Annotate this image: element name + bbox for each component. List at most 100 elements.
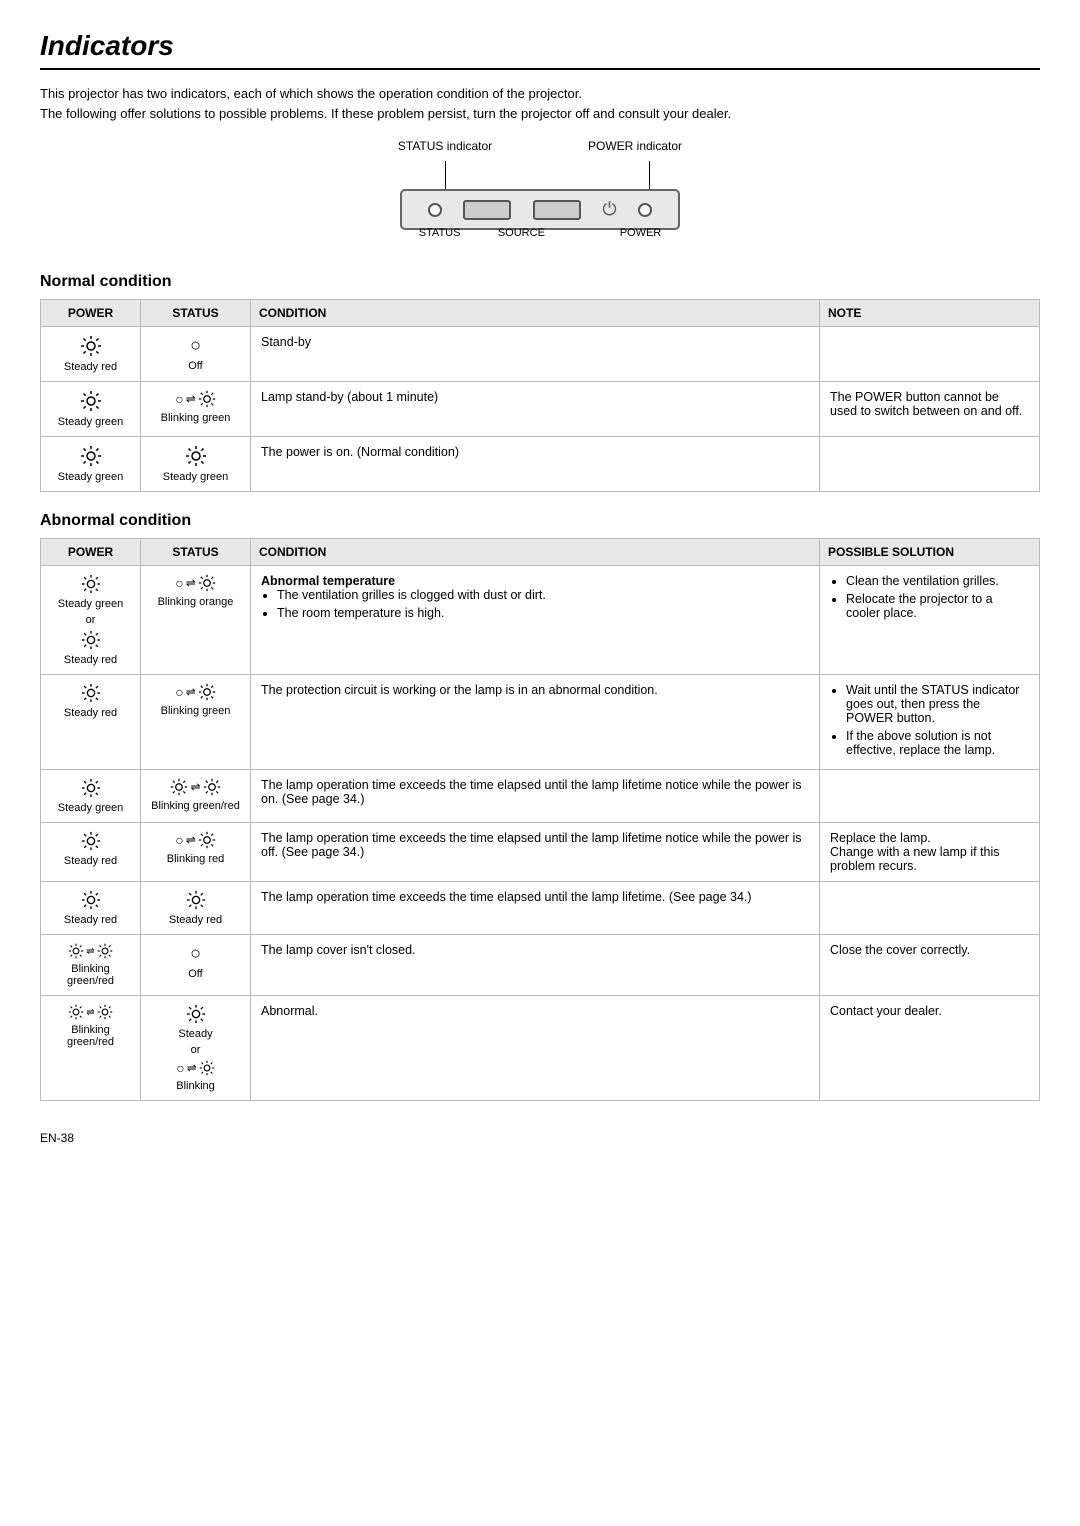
ab7-status-steady: Steady <box>178 1028 212 1040</box>
normal-power-label-2: Steady green <box>58 416 123 428</box>
abnormal-row-7: ⇌ Blinking green/r <box>41 996 1040 1101</box>
ab1-power-label-green: Steady green <box>58 598 123 610</box>
ab7-power-label: Blinking green/red <box>51 1024 130 1048</box>
normal-condition-2: Lamp stand-by (about 1 minute) <box>251 382 820 437</box>
normal-note-2: The POWER button cannot be used to switc… <box>820 382 1040 437</box>
ab7-status-blinking: Blinking <box>176 1080 215 1092</box>
sun-icon-ab3 <box>81 778 101 798</box>
abnormal-row-3: Steady green <box>41 770 1040 823</box>
abnormal-power-1: Steady green or Steady red <box>41 566 141 675</box>
power-indicator-label: POWER indicator <box>575 139 695 153</box>
blink-sun-ab2 <box>198 683 216 701</box>
sun-icon-ab5 <box>81 890 101 910</box>
panel-button2 <box>533 200 581 220</box>
th-power-abnormal: POWER <box>41 539 141 566</box>
normal-power-1: Steady red <box>41 327 141 382</box>
normal-row-1: Steady red ○ Off Stand-by <box>41 327 1040 382</box>
normal-power-2: Steady green <box>41 382 141 437</box>
power-icon: ⏻ <box>602 199 616 220</box>
abnormal-power-7: ⇌ Blinking green/r <box>41 996 141 1101</box>
normal-status-2: ○ ⇌ Bl <box>141 382 251 437</box>
normal-power-3: Steady green <box>41 437 141 492</box>
panel-label-source: SOURCE <box>498 227 545 239</box>
abnormal-condition-6: The lamp cover isn't closed. <box>251 935 820 996</box>
abnormal-power-2: Steady red <box>41 675 141 770</box>
ab1-power-label-red: Steady red <box>64 654 117 666</box>
panel-label-power: POWER <box>620 227 662 239</box>
abnormal-status-1: ○ ⇌ Bl <box>141 566 251 675</box>
normal-condition-3: The power is on. (Normal condition) <box>251 437 820 492</box>
normal-power-label-3: Steady green <box>58 471 123 483</box>
sun-icon-ab7-steady <box>186 1004 206 1024</box>
blink-sun-ab1 <box>198 574 216 592</box>
abnormal-condition-5: The lamp operation time exceeds the time… <box>251 882 820 935</box>
ab1-status-label: Blinking orange <box>158 596 234 608</box>
ab4-power-label: Steady red <box>64 855 117 867</box>
abnormal-condition-1: Abnormal temperature The ventilation gri… <box>251 566 820 675</box>
th-solution-abnormal: POSSIBLE SOLUTION <box>820 539 1040 566</box>
abnormal-solution-2: Wait until the STATUS indicator goes out… <box>820 675 1040 770</box>
ab6-status-label: Off <box>188 968 202 980</box>
blink-sun-ab7b <box>97 1004 113 1020</box>
blink-sun-ab6a <box>68 943 84 959</box>
ab2-power-label: Steady red <box>64 707 117 719</box>
normal-status-label-3: Steady green <box>163 471 228 483</box>
abnormal-condition-4: The lamp operation time exceeds the time… <box>251 823 820 882</box>
sun-icon-status-3 <box>185 445 207 467</box>
abnormal-condition-3: The lamp operation time exceeds the time… <box>251 770 820 823</box>
abnormal-status-6: ○ Off <box>141 935 251 996</box>
th-status-abnormal: STATUS <box>141 539 251 566</box>
blink-sun-ab6b <box>97 943 113 959</box>
abnormal-solution-7: Contact your dealer. <box>820 996 1040 1101</box>
th-power-normal: POWER <box>41 300 141 327</box>
normal-row-2: Steady green ○ ⇌ <box>41 382 1040 437</box>
abnormal-power-6: ⇌ Blinking green/r <box>41 935 141 996</box>
status-indicator-label: STATUS indicator <box>385 139 505 153</box>
ab3-power-label: Steady green <box>58 802 123 814</box>
ab4-status-label: Blinking red <box>167 853 224 865</box>
abnormal-condition-table: POWER STATUS CONDITION POSSIBLE SOLUTION <box>40 538 1040 1101</box>
abnormal-status-4: ○ ⇌ Bl <box>141 823 251 882</box>
normal-note-1 <box>820 327 1040 382</box>
abnormal-condition-2: The protection circuit is working or the… <box>251 675 820 770</box>
abnormal-power-4: Steady red <box>41 823 141 882</box>
abnormal-power-5: Steady red <box>41 882 141 935</box>
projector-diagram: STATUS indicator POWER indicator ⏻ STATU… <box>40 139 1040 249</box>
status-led <box>428 203 442 217</box>
abnormal-solution-6: Close the cover correctly. <box>820 935 1040 996</box>
normal-power-label-1: Steady red <box>64 361 117 373</box>
abnormal-condition-7: Abnormal. <box>251 996 820 1101</box>
footer: EN-38 <box>40 1131 1040 1145</box>
abnormal-row-2: Steady red ○ ⇌ <box>41 675 1040 770</box>
ab3-status-label: Blinking green/red <box>151 800 240 812</box>
normal-condition-table: POWER STATUS CONDITION NOTE <box>40 299 1040 492</box>
blink-sun-ab7-blink <box>199 1060 215 1076</box>
abnormal-power-3: Steady green <box>41 770 141 823</box>
th-note-normal: NOTE <box>820 300 1040 327</box>
abnormal-status-7: Steady or ○ ⇌ <box>141 996 251 1101</box>
sun-icon-ab2 <box>81 683 101 703</box>
source-button <box>463 200 511 220</box>
abnormal-row-4: Steady red ○ ⇌ <box>41 823 1040 882</box>
abnormal-status-3: ⇌ Blinking green/r <box>141 770 251 823</box>
normal-condition-1: Stand-by <box>251 327 820 382</box>
abnormal-row-6: ⇌ Blinking green/r <box>41 935 1040 996</box>
normal-status-label-2: Blinking green <box>161 412 231 424</box>
sun-icon-ab5-status <box>186 890 206 910</box>
sun-icon-2 <box>80 390 102 412</box>
normal-note-3 <box>820 437 1040 492</box>
abnormal-row-5: Steady red Steady r <box>41 882 1040 935</box>
sun-icon-ab1a <box>81 574 101 594</box>
th-condition-normal: CONDITION <box>251 300 820 327</box>
normal-condition-title: Normal condition <box>40 273 1040 291</box>
abnormal-solution-3 <box>820 770 1040 823</box>
sun-icon-ab4 <box>81 831 101 851</box>
blink-sun-ab3b <box>203 778 221 796</box>
abnormal-solution-1: Clean the ventilation grilles. Relocate … <box>820 566 1040 675</box>
abnormal-solution-4: Replace the lamp.Change with a new lamp … <box>820 823 1040 882</box>
blink-sun-ab7a <box>68 1004 84 1020</box>
sun-icon-1 <box>80 335 102 357</box>
blink-sun-2 <box>198 390 216 408</box>
sun-icon-ab1b <box>81 630 101 650</box>
ab5-status-label: Steady red <box>169 914 222 926</box>
